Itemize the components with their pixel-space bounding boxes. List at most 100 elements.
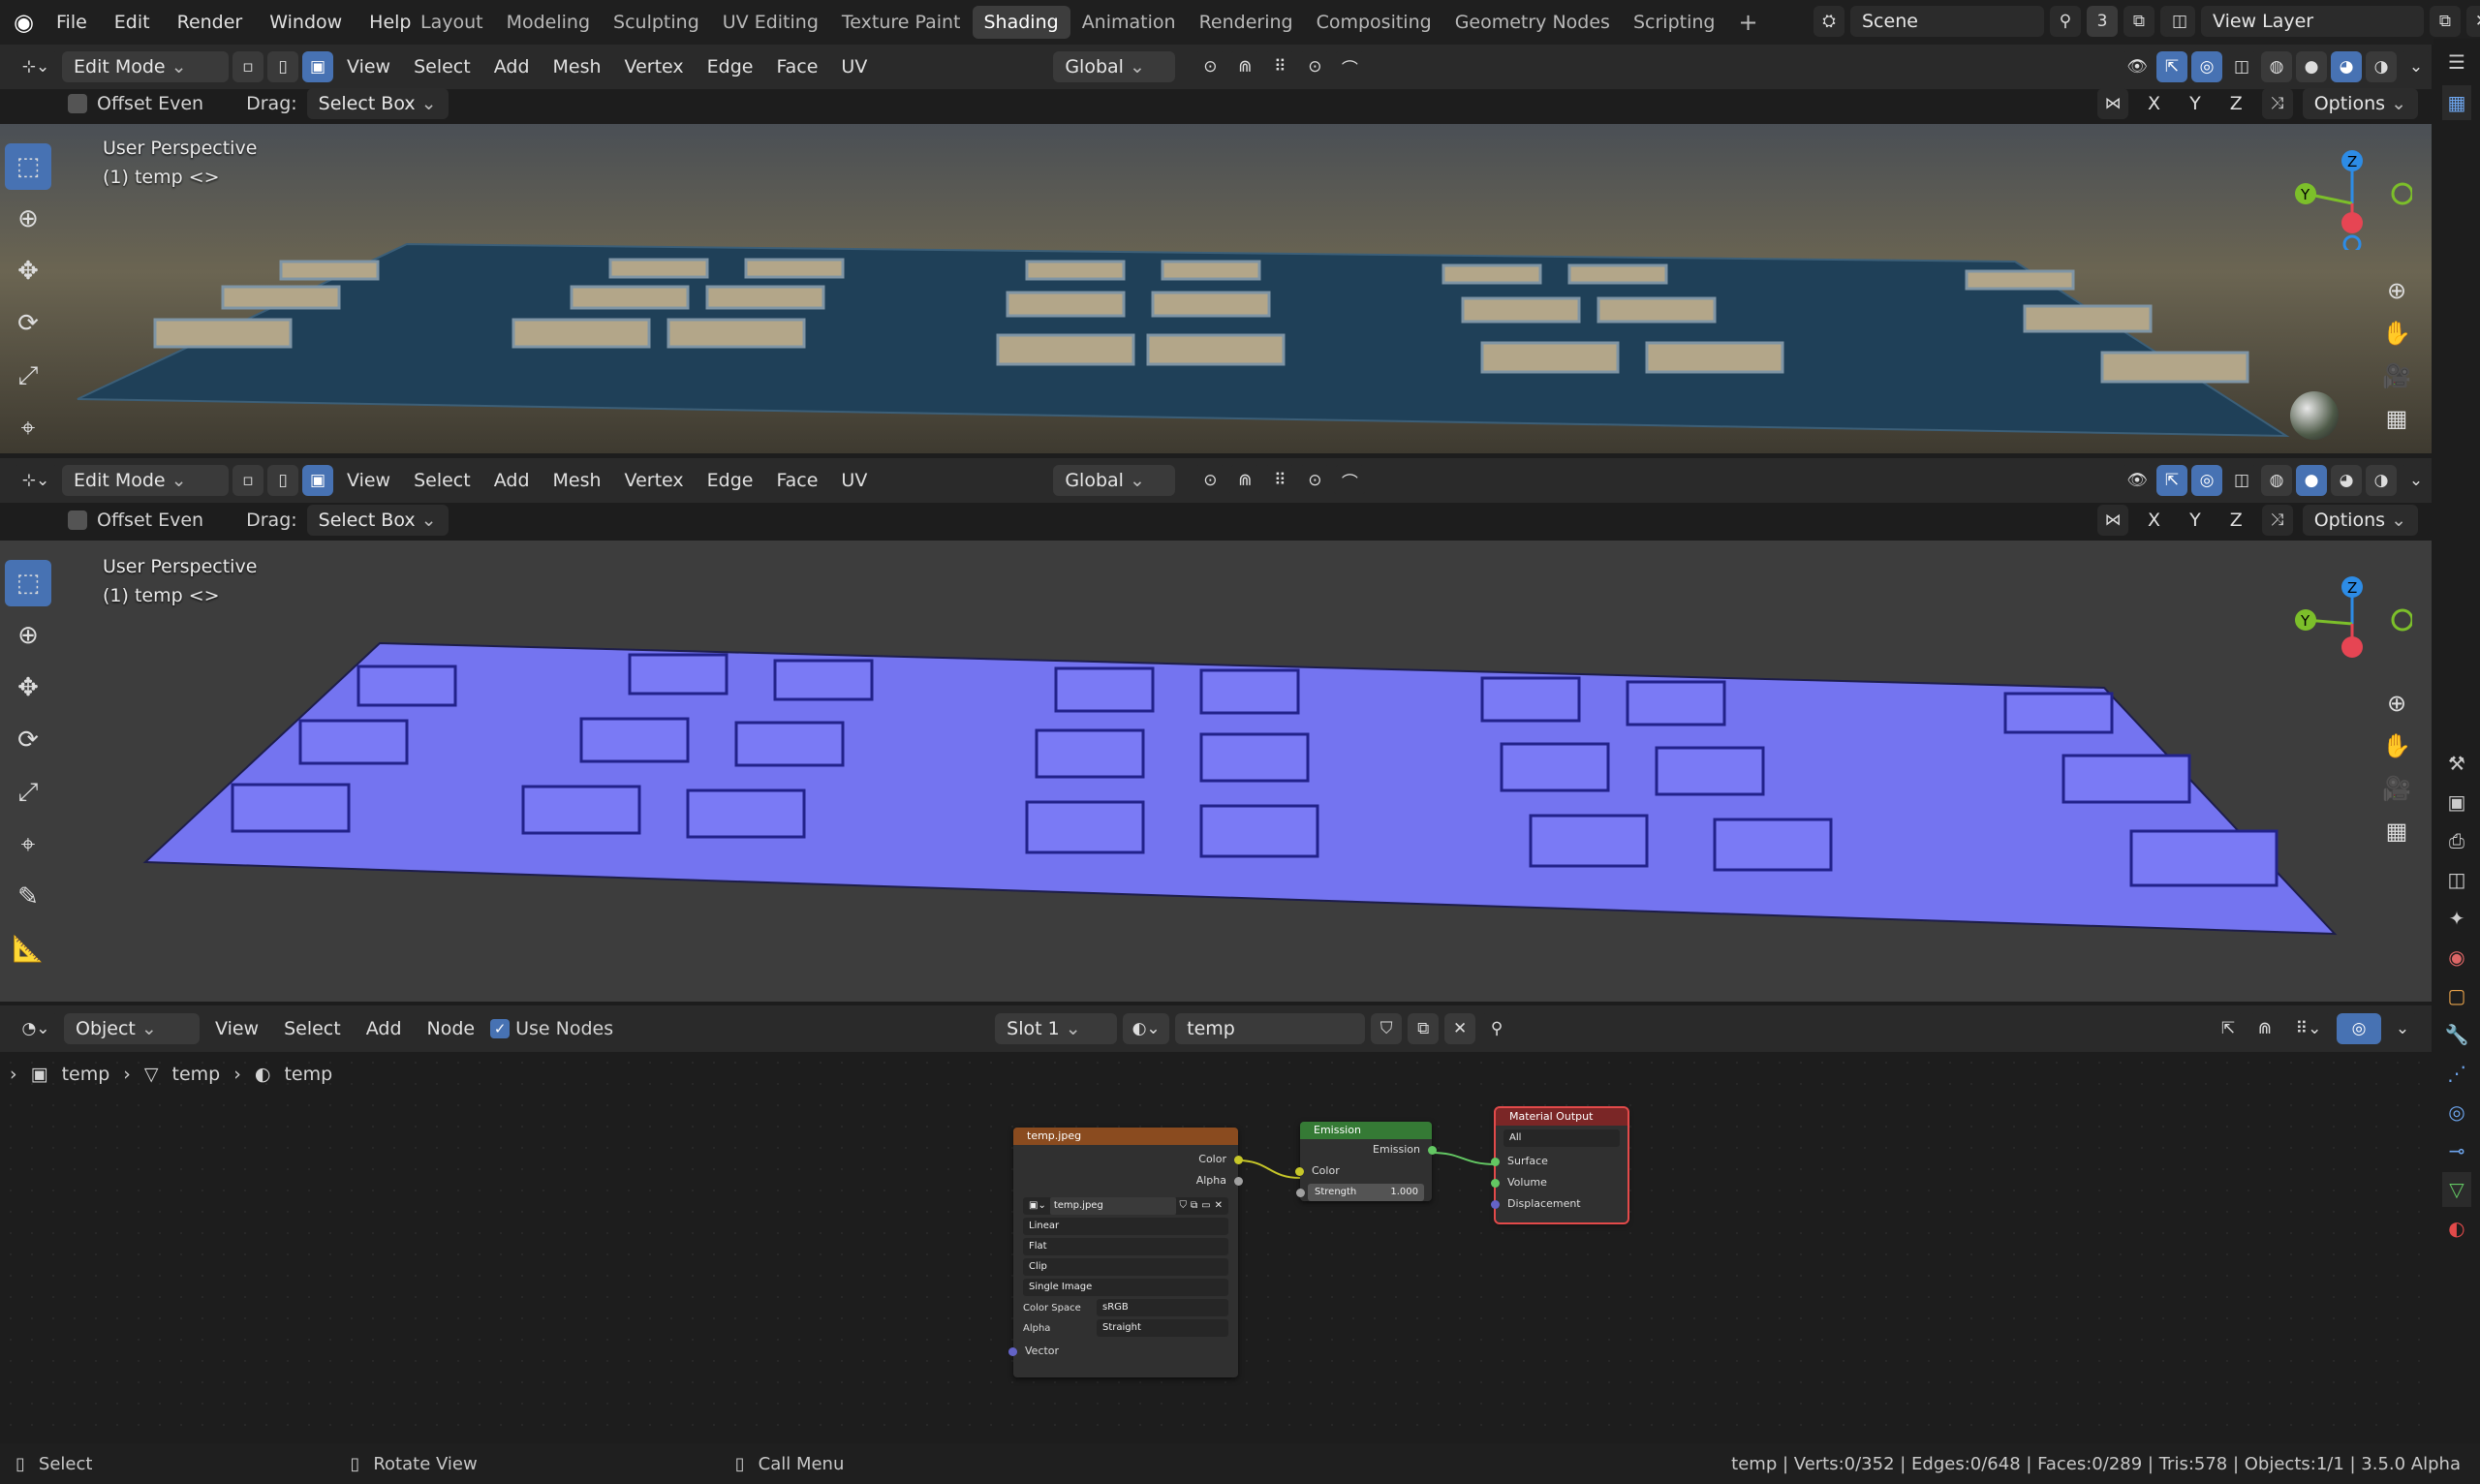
ortho-grid-icon[interactable]: ▦ — [2375, 397, 2418, 440]
snap-icon[interactable]: ⋒ — [1229, 51, 1261, 82]
editor-type-icon[interactable]: ⊹⌄ — [14, 51, 58, 82]
options-dropdown[interactable]: Options — [2302, 505, 2418, 536]
axis-z-toggle[interactable]: Z — [2220, 505, 2252, 536]
duplicate-image-icon[interactable]: ⧉ — [1191, 1197, 1197, 1215]
transform-tool-icon[interactable]: ⌖ — [5, 405, 51, 451]
menu-add[interactable]: Add — [356, 1013, 412, 1044]
material-name-field[interactable]: temp — [1175, 1013, 1366, 1044]
drag-dropdown[interactable]: Select Box — [306, 88, 449, 119]
image-browse-icon[interactable]: ▣⌄ — [1029, 1197, 1046, 1215]
scale-tool-icon[interactable]: ⤢ — [5, 769, 51, 816]
fake-user-shield-icon[interactable]: ⛉ — [1371, 1013, 1403, 1044]
projection-dropdown[interactable]: Flat — [1023, 1238, 1228, 1255]
modifier-properties-icon[interactable]: 🔧 — [2442, 1017, 2471, 1052]
edge-select-icon[interactable]: ▯ — [267, 465, 298, 496]
solid-shading-icon[interactable]: ● — [2296, 51, 2327, 82]
select-box-tool-icon[interactable]: ⬚ — [5, 143, 51, 190]
tab-modeling[interactable]: Modeling — [495, 6, 602, 39]
view-layer-field[interactable]: View Layer — [2201, 6, 2424, 37]
displacement-input-socket[interactable] — [1491, 1200, 1500, 1209]
menu-add[interactable]: Add — [484, 465, 540, 496]
visibility-icon[interactable]: 👁 — [2122, 51, 2153, 82]
tab-animation[interactable]: Animation — [1070, 6, 1188, 39]
emission-output-socket[interactable] — [1428, 1146, 1437, 1155]
drag-dropdown[interactable]: Select Box — [306, 505, 449, 536]
render-properties-icon[interactable]: ▣ — [2442, 785, 2471, 819]
move-tool-icon[interactable]: ✥ — [5, 248, 51, 294]
material-browse-icon[interactable]: ◐⌄ — [1123, 1013, 1170, 1044]
rendered-shading-icon[interactable]: ◑ — [2366, 51, 2397, 82]
outliner-filter-icon[interactable]: ▦ — [2442, 85, 2471, 120]
rotate-tool-icon[interactable]: ⟳ — [5, 717, 51, 763]
alpha-output-socket[interactable] — [1234, 1177, 1243, 1186]
snap-grid-icon[interactable]: ⠿ — [1264, 465, 1296, 496]
outliner-editor-icon[interactable]: ☰ — [2442, 45, 2471, 79]
tab-rendering[interactable]: Rendering — [1188, 6, 1305, 39]
overlay-icon[interactable]: ◎ — [2191, 465, 2222, 496]
object-mode-dropdown[interactable]: Object — [64, 1013, 200, 1044]
axis-x-toggle[interactable]: X — [2138, 505, 2170, 536]
transform-tool-icon[interactable]: ⌖ — [5, 821, 51, 868]
color-space-dropdown[interactable]: sRGB — [1097, 1299, 1228, 1316]
world-properties-icon[interactable]: ◉ — [2442, 940, 2471, 974]
cursor-tool-icon[interactable]: ⊕ — [5, 196, 51, 242]
menu-edge[interactable]: Edge — [698, 51, 763, 82]
snap-icon[interactable]: ⋒ — [1229, 465, 1261, 496]
menu-edge[interactable]: Edge — [698, 465, 763, 496]
mirror-icon[interactable]: ⋈ — [2097, 88, 2129, 119]
menu-mesh[interactable]: Mesh — [543, 51, 611, 82]
tab-texture-paint[interactable]: Texture Paint — [830, 6, 973, 39]
tool-properties-icon[interactable]: ⚒ — [2442, 746, 2471, 781]
tab-sculpting[interactable]: Sculpting — [602, 6, 711, 39]
menu-face[interactable]: Face — [766, 465, 827, 496]
gizmo-icon[interactable]: ⇱ — [2156, 51, 2187, 82]
menu-select[interactable]: Select — [404, 465, 480, 496]
auto-merge-icon[interactable]: ⤨ — [2261, 88, 2293, 119]
output-target-dropdown[interactable]: All — [1504, 1129, 1620, 1147]
camera-icon[interactable]: 🎥 — [2375, 767, 2418, 810]
shading-options-icon[interactable]: ⌄ — [2401, 51, 2432, 82]
pivot-icon[interactable]: ⊙ — [1194, 51, 1226, 82]
extension-dropdown[interactable]: Clip — [1023, 1258, 1228, 1276]
fake-user-shield-icon[interactable]: ⛉ — [1180, 1197, 1188, 1215]
scene-icon[interactable]: ⛭ — [1814, 6, 1844, 37]
mode-dropdown[interactable]: Edit Mode — [62, 51, 229, 82]
proportional-edit-icon[interactable]: ⊙ — [1299, 465, 1331, 496]
menu-view[interactable]: View — [205, 1013, 268, 1044]
vector-input-socket[interactable] — [1008, 1347, 1017, 1356]
menu-window[interactable]: Window — [256, 0, 356, 45]
material-output-node[interactable]: Material Output All Surface Volume Displ… — [1491, 1106, 1629, 1224]
menu-view[interactable]: View — [337, 465, 400, 496]
image-selector[interactable]: ▣⌄ temp.jpeg ⛉ ⧉ ▭ ✕ — [1023, 1197, 1228, 1215]
menu-uv[interactable]: UV — [831, 51, 877, 82]
unlink-image-icon[interactable]: ✕ — [1215, 1197, 1223, 1215]
measure-tool-icon[interactable]: 📐 — [5, 926, 51, 973]
menu-file[interactable]: File — [43, 0, 101, 45]
menu-vertex[interactable]: Vertex — [615, 465, 694, 496]
strength-input-socket[interactable] — [1296, 1188, 1305, 1197]
node-snap-icon[interactable]: ⋒ — [2249, 1013, 2280, 1044]
strength-field[interactable]: Strength 1.000 — [1296, 1184, 1424, 1201]
object-properties-icon[interactable]: ▢ — [2442, 978, 2471, 1013]
transform-orientation-dropdown[interactable]: Global — [1053, 51, 1176, 82]
emission-node[interactable]: Emission Emission Color Strength 1.000 — [1295, 1122, 1437, 1201]
axis-z-toggle[interactable]: Z — [2220, 88, 2252, 119]
axis-y-toggle[interactable]: Y — [2180, 505, 2211, 536]
tab-geometry-nodes[interactable]: Geometry Nodes — [1443, 6, 1622, 39]
editor-type-icon[interactable]: ◔⌄ — [14, 1013, 58, 1044]
view-layer-properties-icon[interactable]: ◫ — [2442, 862, 2471, 897]
overlay-icon[interactable]: ◎ — [2191, 51, 2222, 82]
menu-edit[interactable]: Edit — [101, 0, 164, 45]
visibility-icon[interactable]: 👁 — [2122, 465, 2153, 496]
pivot-icon[interactable]: ⊙ — [1194, 465, 1226, 496]
constraints-properties-icon[interactable]: ⊸ — [2442, 1133, 2471, 1168]
menu-face[interactable]: Face — [766, 51, 827, 82]
material-properties-icon[interactable]: ◐ — [2442, 1211, 2471, 1246]
solid-shading-icon[interactable]: ● — [2296, 465, 2327, 496]
zoom-icon[interactable]: ⊕ — [2375, 682, 2418, 725]
output-properties-icon[interactable]: ⎙ — [2442, 823, 2471, 858]
vertex-select-icon[interactable]: ▫ — [232, 465, 264, 496]
menu-render[interactable]: Render — [164, 0, 257, 45]
move-tool-icon[interactable]: ✥ — [5, 665, 51, 711]
annotate-tool-icon[interactable]: ✎ — [5, 874, 51, 920]
